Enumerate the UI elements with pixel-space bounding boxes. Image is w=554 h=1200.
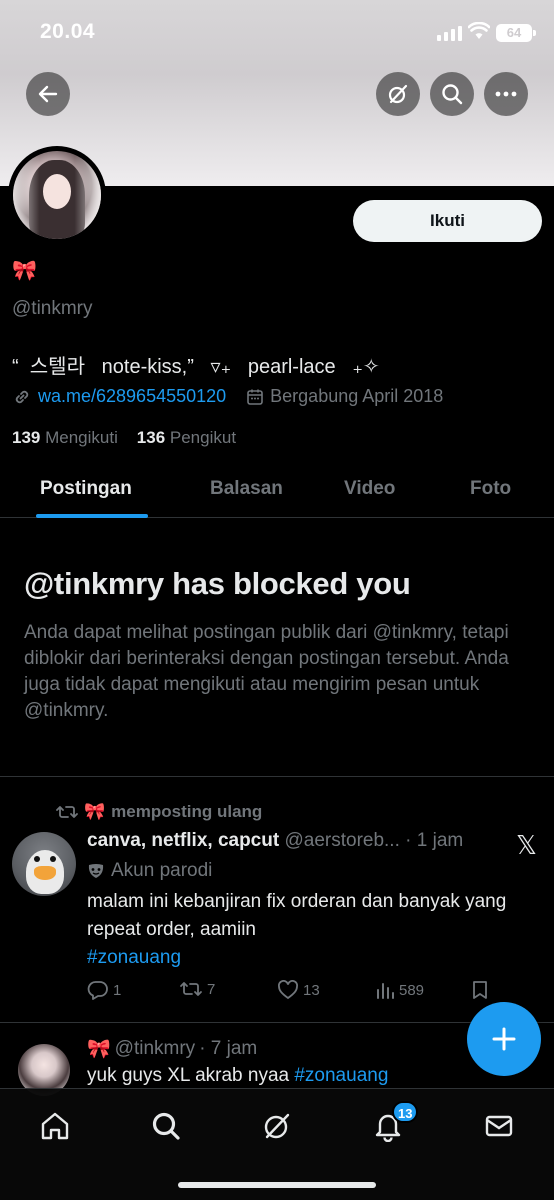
profile-avatar[interactable] <box>8 146 106 244</box>
tweet-body: malam ini kebanjiran fix orderan dan ban… <box>87 891 507 940</box>
compose-post-button[interactable] <box>467 1002 541 1076</box>
tab-balasan[interactable]: Balasan <box>210 478 283 500</box>
grok-icon <box>388 84 408 104</box>
wifi-icon <box>468 22 490 39</box>
profile-handle: @tinkmry <box>12 298 93 319</box>
tweet-text: yuk guys XL akrab nyaa #zonauang <box>87 1065 388 1087</box>
profile-meta: wa.me/6289654550120 Bergabung April 2018 <box>12 386 443 407</box>
parody-text: Akun parodi <box>111 860 213 881</box>
tab-foto[interactable]: Foto <box>470 478 511 500</box>
nav-messages[interactable] <box>482 1109 516 1143</box>
views-count: 589 <box>399 981 425 999</box>
home-icon <box>41 1112 69 1140</box>
tweet-hashtag[interactable]: #zonauang <box>87 947 181 968</box>
nav-grok[interactable] <box>260 1109 294 1143</box>
notifications-badge: 13 <box>392 1101 419 1123</box>
status-bar: 20.04 64 <box>0 0 554 64</box>
tweet-header: 🎀 @tinkmry · 7 jam <box>87 1037 257 1061</box>
tweet-time: · 7 jam <box>199 1038 258 1059</box>
retweet-count: 7 <box>207 980 216 998</box>
active-tab-indicator <box>36 514 148 518</box>
tweet-body: yuk guys XL akrab nyaa <box>87 1065 295 1086</box>
repost-icon <box>56 806 78 818</box>
views-button[interactable]: 589 <box>375 980 424 1000</box>
search-icon <box>442 84 463 105</box>
tweet-actions: 1 7 13 589 <box>87 980 507 1006</box>
profile-link[interactable]: wa.me/6289654550120 <box>38 386 226 407</box>
tweet-author-name[interactable]: canva, netflix, capcut <box>87 830 279 851</box>
tweet-time: · 1 jam <box>405 830 464 851</box>
nav-home[interactable] <box>38 1109 72 1143</box>
status-time: 20.04 <box>40 20 96 43</box>
battery-icon: 64 <box>496 24 536 42</box>
followers-count: 136 <box>136 428 166 447</box>
back-button[interactable] <box>26 72 70 116</box>
mail-icon <box>485 1115 513 1137</box>
profile-tabs: Postingan Balasan Video Foto <box>0 462 554 518</box>
tweet-hashtag[interactable]: #zonauang <box>294 1065 388 1086</box>
more-dots-icon <box>495 91 517 97</box>
avatar-image <box>13 151 101 239</box>
tweet-text: malam ini kebanjiran fix orderan dan ban… <box>87 888 527 972</box>
tab-postingan[interactable]: Postingan <box>40 478 132 500</box>
bow-emoji-icon: 🎀 <box>84 802 106 821</box>
bookmark-icon <box>473 981 487 999</box>
bow-emoji-icon: 🎀 <box>87 1039 111 1060</box>
retweet-icon <box>180 982 202 996</box>
mask-icon <box>88 864 104 878</box>
search-icon <box>152 1112 180 1140</box>
profile-bio: “ 스텔라 note-kiss,” ▿₊ pearl-lace ₊✧ <box>12 356 380 378</box>
joined-date: Bergabung April 2018 <box>270 386 444 406</box>
bookmark-button[interactable] <box>471 980 489 1000</box>
arrow-left-icon <box>38 85 58 103</box>
link-icon <box>15 390 29 403</box>
following-stat[interactable]: 139 Mengikuti <box>12 428 118 447</box>
tab-video[interactable]: Video <box>344 478 395 500</box>
nav-search[interactable] <box>149 1109 183 1143</box>
divider <box>0 776 554 777</box>
reply-icon <box>87 981 108 1000</box>
like-count: 13 <box>303 981 320 999</box>
like-button[interactable]: 13 <box>277 980 320 1000</box>
followers-label: Pengikut <box>169 428 237 447</box>
follow-stats: 139 Mengikuti 136 Pengikut <box>12 428 236 448</box>
reply-button[interactable]: 1 <box>87 980 121 1000</box>
search-button[interactable] <box>430 72 474 116</box>
blocked-description: Anda dapat melihat postingan publik dari… <box>24 622 509 721</box>
following-label: Mengikuti <box>45 428 118 447</box>
repost-label: memposting ulang <box>111 802 263 821</box>
views-chart-icon <box>377 983 394 999</box>
followers-stat[interactable]: 136 Pengikut <box>137 428 236 447</box>
signal-icon <box>437 26 462 41</box>
blocked-title: @tinkmry has blocked you <box>24 566 411 601</box>
x-logo-icon: 𝕏 <box>516 830 537 860</box>
reply-count: 1 <box>113 981 122 999</box>
parody-label: Akun parodi <box>87 860 212 882</box>
repost-indicator: 🎀 memposting ulang <box>56 802 262 822</box>
home-indicator[interactable] <box>178 1182 376 1188</box>
grok-icon <box>264 1113 290 1139</box>
tweet-author-handle[interactable]: @tinkmry <box>115 1038 196 1060</box>
plus-icon <box>492 1027 516 1051</box>
tweet-header: canva, netflix, capcut @aerstoreb... · 1… <box>87 830 463 852</box>
heart-icon <box>278 980 298 1000</box>
retweet-button[interactable]: 7 <box>179 980 215 998</box>
tweet-author-avatar[interactable] <box>12 832 76 896</box>
following-count: 139 <box>12 428 41 447</box>
follow-button[interactable]: Ikuti <box>353 200 542 242</box>
tweet-author-handle[interactable]: @aerstoreb... <box>284 830 399 851</box>
more-options-button[interactable] <box>484 72 528 116</box>
calendar-icon <box>247 389 263 405</box>
grok-button[interactable] <box>376 72 420 116</box>
profile-display-name: 🎀 <box>12 260 37 282</box>
